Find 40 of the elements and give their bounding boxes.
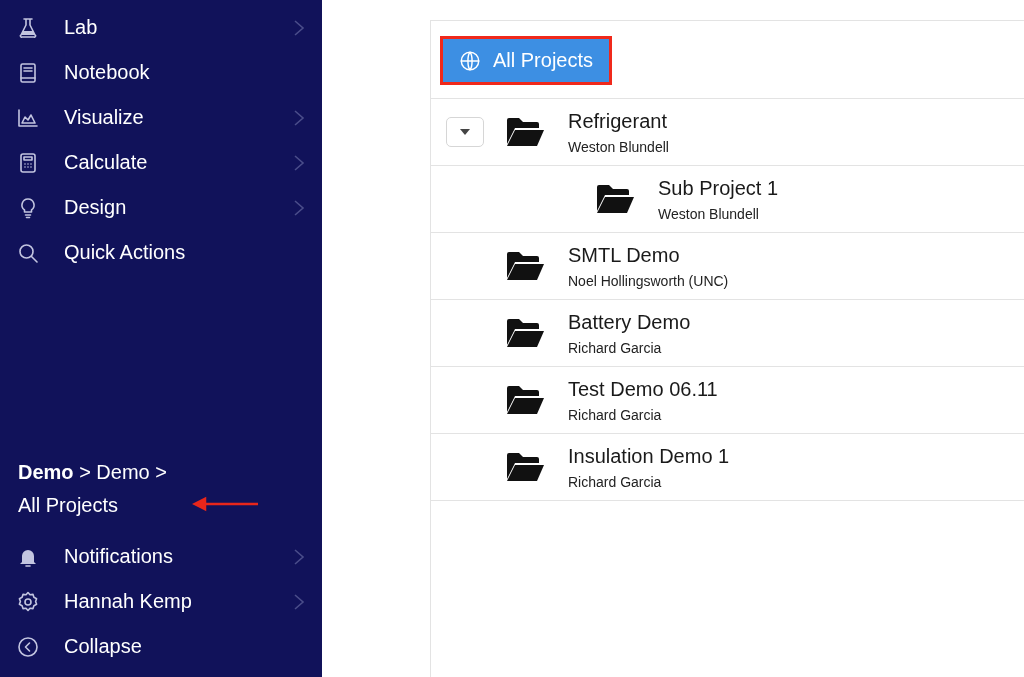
project-owner: Weston Blundell (658, 205, 760, 222)
project-row[interactable]: Refrigerant Weston Blundell (431, 99, 1024, 166)
folder-icon (505, 451, 545, 483)
caret-down-icon (459, 128, 471, 136)
sidebar-item[interactable]: Hannah Kemp (0, 579, 322, 624)
project-name: Sub Project 1 (658, 176, 779, 200)
project-row[interactable]: Insulation Demo 1 Richard Garcia (431, 434, 1024, 501)
folder-icon (505, 384, 545, 416)
sidebar-item[interactable]: Notifications (0, 534, 322, 579)
project-name: Test Demo 06.11 (568, 377, 718, 401)
project-owner: Noel Hollingsworth (UNC) (568, 272, 729, 289)
project-name: SMTL Demo (568, 243, 681, 267)
sidebar-item[interactable]: Calculate (0, 140, 322, 185)
project-row[interactable]: SMTL Demo Noel Hollingsworth (UNC) (431, 233, 1024, 300)
folder-icon (505, 116, 545, 148)
project-row[interactable]: Battery Demo Richard Garcia (431, 300, 1024, 367)
settings-icon (16, 589, 40, 614)
folder-icon (595, 183, 635, 215)
sidebar-item[interactable]: Collapse (0, 624, 322, 669)
project-owner: Richard Garcia (568, 406, 663, 423)
project-owner: Richard Garcia (568, 339, 663, 356)
breadcrumb: Demo > Demo > All Projects (18, 460, 168, 518)
expand-toggle[interactable] (446, 117, 484, 147)
sidebar-item[interactable]: Design (0, 185, 322, 230)
project-owner: Weston Blundell (568, 138, 669, 155)
folder-icon (505, 317, 545, 349)
sidebar-item[interactable]: Quick Actions (0, 230, 322, 275)
project-name: Refrigerant (568, 109, 668, 133)
folder-icon (505, 250, 545, 282)
project-row[interactable]: Sub Project 1 Weston Blundell (431, 166, 1024, 233)
chevron-left-circle-icon (16, 634, 40, 659)
project-name: Insulation Demo 1 (568, 444, 730, 468)
sidebar-item[interactable]: Lab (0, 5, 322, 50)
globe-icon (459, 49, 481, 72)
sidebar-item[interactable]: Notebook (0, 50, 322, 95)
sidebar-item[interactable]: Visualize (0, 95, 322, 140)
project-owner: Richard Garcia (568, 473, 663, 490)
annotation-arrow (192, 496, 258, 512)
project-row[interactable]: Test Demo 06.11 Richard Garcia (431, 367, 1024, 434)
project-name: Battery Demo (568, 310, 691, 334)
